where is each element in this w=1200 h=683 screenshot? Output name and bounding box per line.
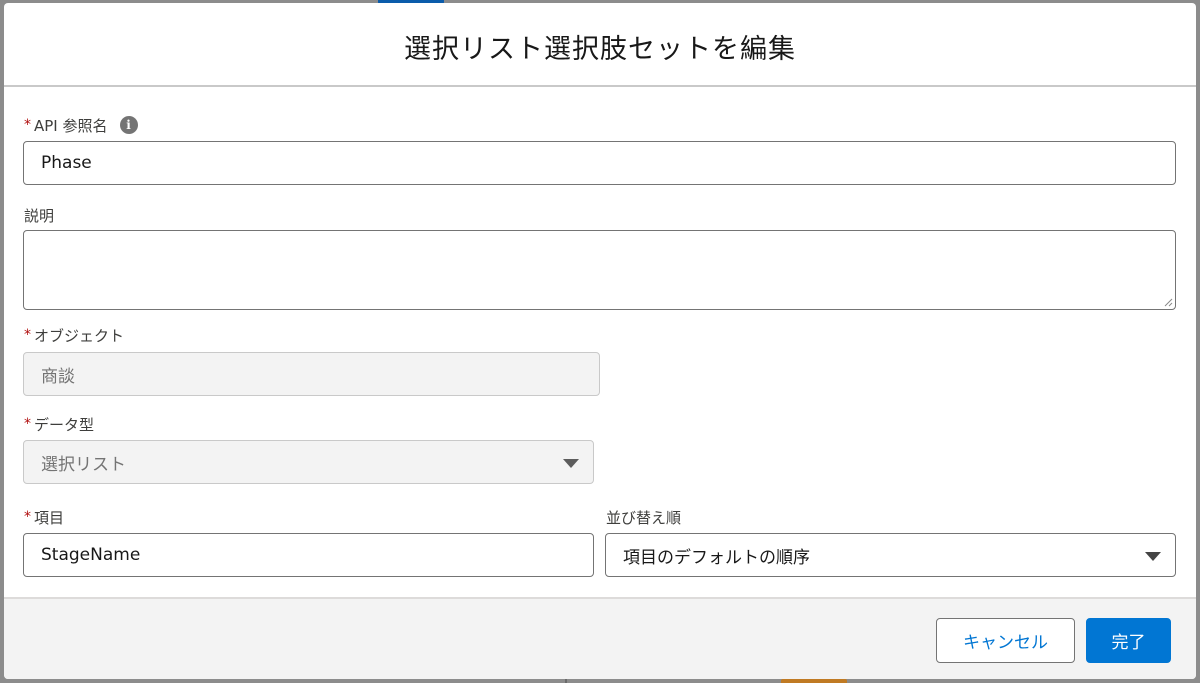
description-textarea[interactable]: [23, 230, 1176, 310]
done-button[interactable]: 完了: [1086, 618, 1171, 663]
field-label: * 項目: [24, 507, 64, 527]
cancel-button[interactable]: キャンセル: [936, 618, 1075, 663]
background-divider: [565, 679, 567, 683]
data-type-label: * データ型: [24, 414, 94, 434]
modal-body: * API 参照名 i Phase 説明 * オブジェクト 商談 * データ型 …: [4, 89, 1196, 597]
api-name-label-text: API 参照名: [34, 116, 108, 135]
field-input[interactable]: StageName: [23, 533, 594, 577]
api-name-value: Phase: [41, 153, 92, 173]
chevron-down-icon: [563, 459, 579, 468]
description-label-text: 説明: [24, 206, 55, 225]
object-value: 商談: [41, 366, 75, 387]
object-input: 商談: [23, 352, 600, 396]
description-label: 説明: [24, 205, 54, 225]
field-label-text: 項目: [34, 508, 65, 527]
sort-order-label-text: 並び替え順: [606, 508, 682, 527]
required-mark: *: [24, 416, 31, 432]
object-label-text: オブジェクト: [34, 326, 125, 345]
required-mark: *: [24, 509, 31, 525]
data-type-label-text: データ型: [34, 415, 95, 434]
sort-order-value: 項目のデフォルトの順序: [623, 547, 810, 568]
modal-footer: キャンセル 完了: [4, 597, 1196, 679]
api-name-label: * API 参照名 i: [24, 115, 138, 135]
chevron-down-icon[interactable]: [1145, 552, 1161, 561]
modal-title: 選択リスト選択肢セットを編集: [404, 33, 796, 65]
required-mark: *: [24, 117, 31, 133]
info-icon[interactable]: i: [119, 116, 138, 134]
required-mark: *: [24, 327, 31, 343]
background-highlight: [781, 679, 847, 683]
resize-grip-icon[interactable]: [1163, 297, 1173, 307]
data-type-select: 選択リスト: [23, 440, 594, 484]
modal-header: 選択リスト選択肢セットを編集: [4, 3, 1196, 87]
sort-order-label: 並び替え順: [606, 507, 681, 527]
object-label: * オブジェクト: [24, 325, 124, 345]
field-value: StageName: [41, 545, 141, 565]
edit-picklist-value-set-modal: 選択リスト選択肢セットを編集 * API 参照名 i Phase 説明 * オブ…: [4, 3, 1196, 679]
data-type-value: 選択リスト: [41, 454, 126, 475]
sort-order-select[interactable]: 項目のデフォルトの順序: [605, 533, 1176, 577]
api-name-input[interactable]: Phase: [23, 141, 1176, 185]
